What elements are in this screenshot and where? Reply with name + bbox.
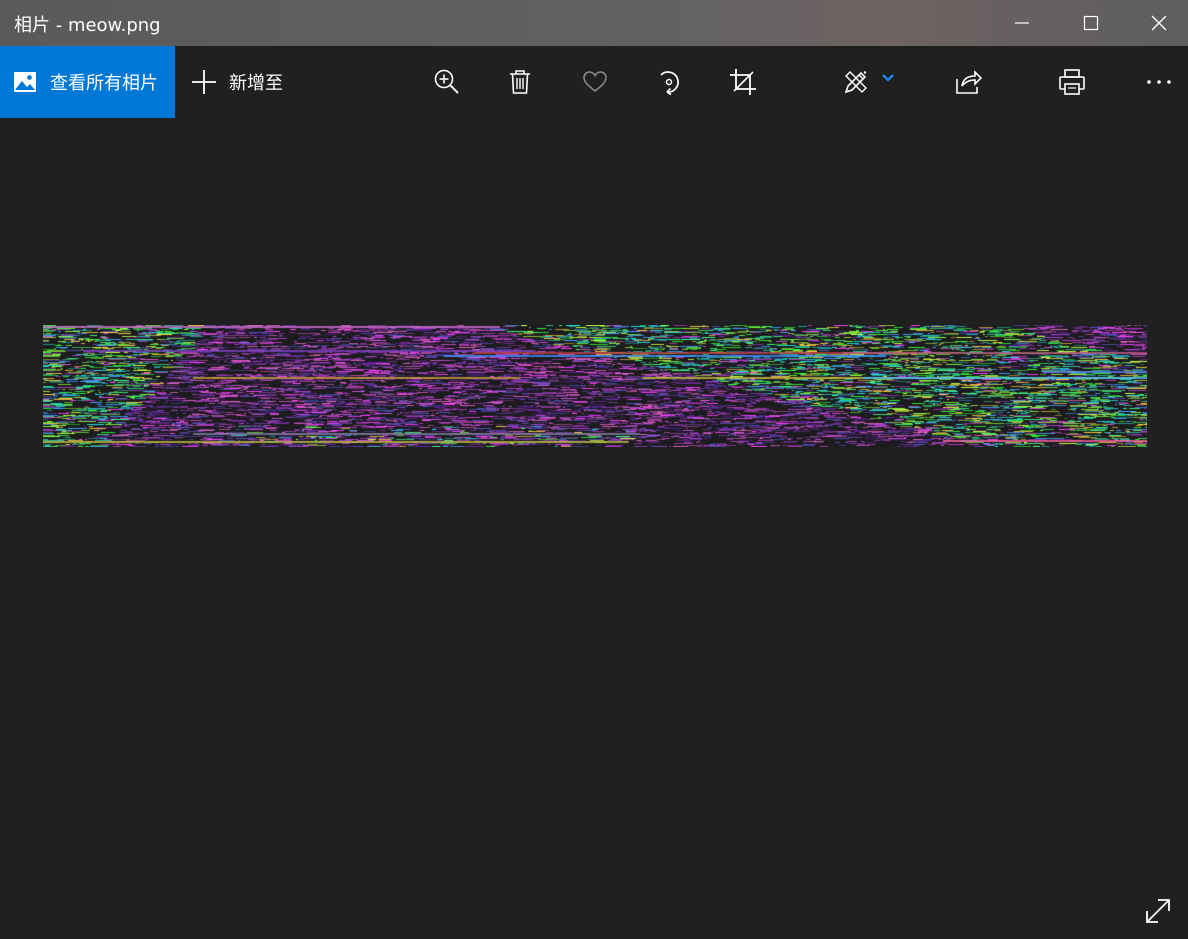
maximize-button[interactable] (1057, 0, 1125, 46)
share-icon (956, 70, 983, 94)
add-to-button[interactable]: 新增至 (190, 46, 283, 118)
zoom-button[interactable] (427, 46, 467, 118)
minimize-icon (1015, 22, 1029, 24)
toolbar: 查看所有相片 新增至 (0, 46, 1188, 118)
expand-icon (1146, 899, 1170, 923)
more-button[interactable] (1139, 46, 1179, 118)
photo-icon (14, 72, 36, 92)
crop-button[interactable] (723, 46, 763, 118)
heart-icon (583, 71, 607, 93)
delete-button[interactable] (500, 46, 540, 118)
window-title: 相片 - meow.png (14, 15, 161, 36)
minimize-button[interactable] (988, 0, 1056, 46)
rotate-icon (660, 71, 679, 96)
close-icon (1151, 15, 1167, 31)
plus-icon (192, 70, 216, 94)
fullscreen-button[interactable] (1142, 895, 1174, 927)
print-icon (1059, 69, 1085, 95)
view-all-photos-button[interactable]: 查看所有相片 (0, 46, 175, 118)
more-icon (1147, 80, 1171, 84)
title-bar[interactable]: 相片 - meow.png (0, 0, 1188, 46)
chevron-down-icon (882, 74, 894, 82)
share-button[interactable] (949, 46, 989, 118)
add-to-label: 新增至 (229, 73, 283, 94)
rotate-button[interactable] (649, 46, 689, 118)
print-button[interactable] (1052, 46, 1092, 118)
displayed-image[interactable] (43, 325, 1147, 447)
maximize-icon (1083, 15, 1099, 31)
view-all-photos-label: 查看所有相片 (50, 73, 158, 94)
zoom-in-icon (434, 69, 459, 94)
crop-icon (730, 69, 756, 95)
favorite-button[interactable] (575, 46, 615, 118)
edit-draw-icon (844, 71, 867, 94)
image-viewer[interactable] (0, 118, 1188, 939)
close-button[interactable] (1125, 0, 1188, 46)
edit-create-dropdown[interactable] (868, 46, 908, 118)
delete-icon (510, 70, 530, 94)
